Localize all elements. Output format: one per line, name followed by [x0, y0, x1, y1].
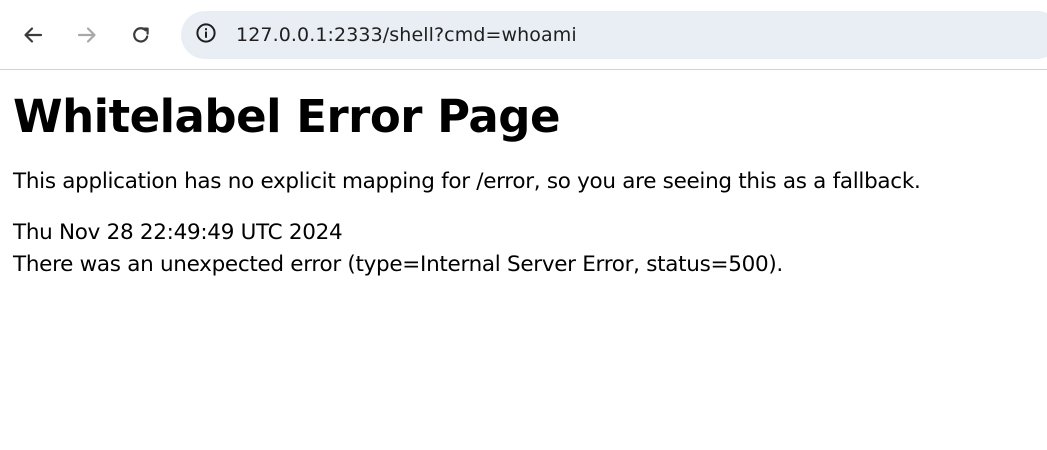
url-text[interactable]: 127.0.0.1:2333/shell?cmd=whoami: [236, 11, 577, 59]
site-info-button[interactable]: [192, 21, 220, 49]
reload-icon: [130, 24, 152, 46]
error-timestamp: Thu Nov 28 22:49:49 UTC 2024: [13, 220, 343, 245]
error-details: Thu Nov 28 22:49:49 UTC 2024 There was a…: [13, 217, 1033, 281]
arrow-left-icon: [22, 24, 44, 46]
address-bar[interactable]: 127.0.0.1:2333/shell?cmd=whoami: [181, 11, 1047, 59]
back-button[interactable]: [15, 17, 51, 53]
fallback-message: This application has no explicit mapping…: [13, 169, 921, 194]
error-message: There was an unexpected error (type=Inte…: [13, 252, 783, 277]
arrow-right-icon: [76, 24, 98, 46]
forward-button[interactable]: [69, 17, 105, 53]
reload-button[interactable]: [123, 17, 159, 53]
page-title: Whitelabel Error Page: [13, 90, 561, 143]
browser-toolbar: 127.0.0.1:2333/shell?cmd=whoami: [0, 0, 1047, 70]
info-icon: [195, 22, 217, 48]
page-content: Whitelabel Error Page This application h…: [13, 70, 1033, 281]
